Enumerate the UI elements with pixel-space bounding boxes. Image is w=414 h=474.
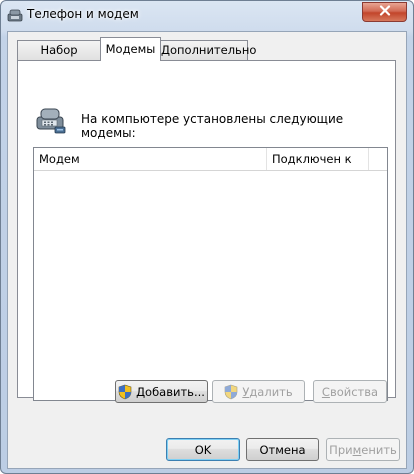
cancel-button-label: Отмена xyxy=(259,442,306,457)
tab-modems[interactable]: Модемы xyxy=(100,37,161,61)
close-icon xyxy=(379,5,391,19)
modems-tab-panel: На компьютере установлены следующие моде… xyxy=(17,60,396,401)
tab-label: Модемы xyxy=(105,42,156,56)
window-title: Телефон и модем xyxy=(27,7,139,21)
properties-button-label: Свойства xyxy=(321,384,379,399)
column-header-modem[interactable]: Модем xyxy=(34,148,267,170)
phone-modem-icon xyxy=(7,7,23,23)
remove-button[interactable]: Удалить xyxy=(212,380,305,403)
ok-button[interactable]: OK xyxy=(166,438,240,461)
modems-list[interactable]: Модем Подключен к xyxy=(33,147,388,401)
tab-advanced[interactable]: Дополнительно xyxy=(160,40,256,60)
apply-button-label: Применить xyxy=(329,442,397,457)
tab-dialing[interactable]: Набор номера xyxy=(17,40,101,76)
ok-button-label: OK xyxy=(194,442,212,457)
dialog-client-area: Набор номера Модемы Дополнительно xyxy=(7,31,407,469)
add-button[interactable]: Добавить... xyxy=(115,380,208,403)
uac-shield-icon xyxy=(224,384,238,400)
modems-info-text: На компьютере установлены следующие моде… xyxy=(81,112,344,140)
uac-shield-icon xyxy=(118,384,132,400)
remove-button-label: Удалить xyxy=(242,384,293,399)
properties-button[interactable]: Свойства xyxy=(313,380,387,403)
tab-label: Дополнительно xyxy=(161,43,257,57)
apply-button[interactable]: Применить xyxy=(326,438,400,461)
close-button[interactable] xyxy=(362,2,407,22)
cancel-button[interactable]: Отмена xyxy=(246,438,319,461)
modem-icon xyxy=(35,103,67,135)
add-button-label: Добавить... xyxy=(136,384,205,399)
list-header: Модем Подключен к xyxy=(34,148,387,171)
title-bar[interactable]: Телефон и модем xyxy=(1,1,413,29)
dialog-window: Телефон и модем Набор номера Модемы Допо… xyxy=(0,0,414,474)
column-header-connected-to[interactable]: Подключен к xyxy=(267,148,369,170)
